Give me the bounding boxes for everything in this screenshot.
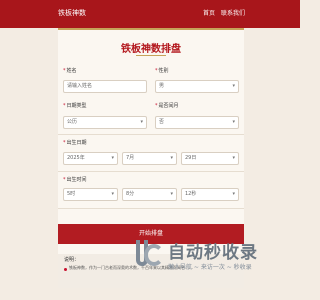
birth-time-label-text: 出生时间 [66,177,87,183]
chevron-down-icon: ▾ [111,191,114,197]
watermark-title: 自动秒收录 [168,243,258,263]
nav-home-link[interactable]: 首页 [203,8,215,17]
birth-second-select[interactable]: 12秒 ▾ [181,188,239,201]
required-mark: * [63,103,66,109]
gender-label-text: 性别 [158,68,169,74]
birth-month-select[interactable]: 7月 ▾ [122,152,177,165]
leap-month-label: *是否闰月 [155,102,179,109]
name-label: *姓名 [63,67,77,74]
chevron-down-icon: ▾ [111,155,114,161]
required-mark: * [63,68,66,74]
name-label-text: 姓名 [66,68,77,74]
chevron-down-icon: ▾ [170,191,173,197]
birth-minute-select[interactable]: 8分 ▾ [122,188,177,201]
watermark: 自动秒收录 懒人导航 ~ 来访一次 ~ 秒收录 [136,236,296,276]
bullet-icon [64,268,67,271]
site-brand[interactable]: 铁板神数 [58,8,86,18]
name-input[interactable]: 请输入姓名 [63,80,147,93]
chevron-down-icon: ▾ [170,155,173,161]
required-mark: * [155,68,158,74]
leap-month-label-text: 是否闰月 [158,103,179,109]
calendar-type-value: 公历 [67,119,78,125]
title-underline [136,55,166,56]
chevron-down-icon: ▾ [232,155,235,161]
birth-hour-select[interactable]: 5时 ▾ [63,188,118,201]
calendar-type-label: *日期类型 [63,102,87,109]
birth-hour-value: 5时 [67,191,76,197]
chevron-down-icon: ▾ [232,119,235,125]
gender-select-value: 男 [159,83,165,89]
gender-label: *性别 [155,67,169,74]
birth-day-value: 29日 [185,155,197,161]
info-title: 说明： [64,257,80,263]
birth-year-value: 2025年 [67,155,85,161]
chevron-down-icon: ▾ [232,83,235,89]
birth-second-value: 12秒 [185,191,197,197]
nav-contact-link[interactable]: 联系我们 [221,8,245,17]
birth-date-label-text: 出生日期 [66,140,87,146]
required-mark: * [63,140,66,146]
birth-year-select[interactable]: 2025年 ▾ [63,152,118,165]
birth-time-label: *出生时间 [63,176,87,183]
leap-month-select[interactable]: 否 ▾ [155,116,239,129]
gender-select[interactable]: 男 ▾ [155,80,239,93]
calendar-type-select[interactable]: 公历 ▾ [63,116,147,129]
chevron-down-icon: ▾ [140,119,143,125]
watermark-logo-c-icon [144,244,164,266]
chevron-down-icon: ▾ [232,191,235,197]
birth-month-value: 7月 [126,155,135,161]
page-title: 铁板神数排盘 [121,44,181,55]
required-mark: * [63,177,66,183]
required-mark: * [155,103,158,109]
section-divider [58,171,244,172]
birth-date-label: *出生日期 [63,139,87,146]
section-divider [58,134,244,135]
birth-minute-value: 8分 [126,191,135,197]
leap-month-value: 否 [159,119,165,125]
section-divider [58,208,244,209]
watermark-subtitle: 懒人导航 ~ 来访一次 ~ 秒收录 [168,264,252,271]
card-top-border [58,28,244,30]
birth-day-select[interactable]: 29日 ▾ [181,152,239,165]
calendar-type-label-text: 日期类型 [66,103,87,109]
top-navbar: 铁板神数 首页 联系我们 [0,0,300,28]
